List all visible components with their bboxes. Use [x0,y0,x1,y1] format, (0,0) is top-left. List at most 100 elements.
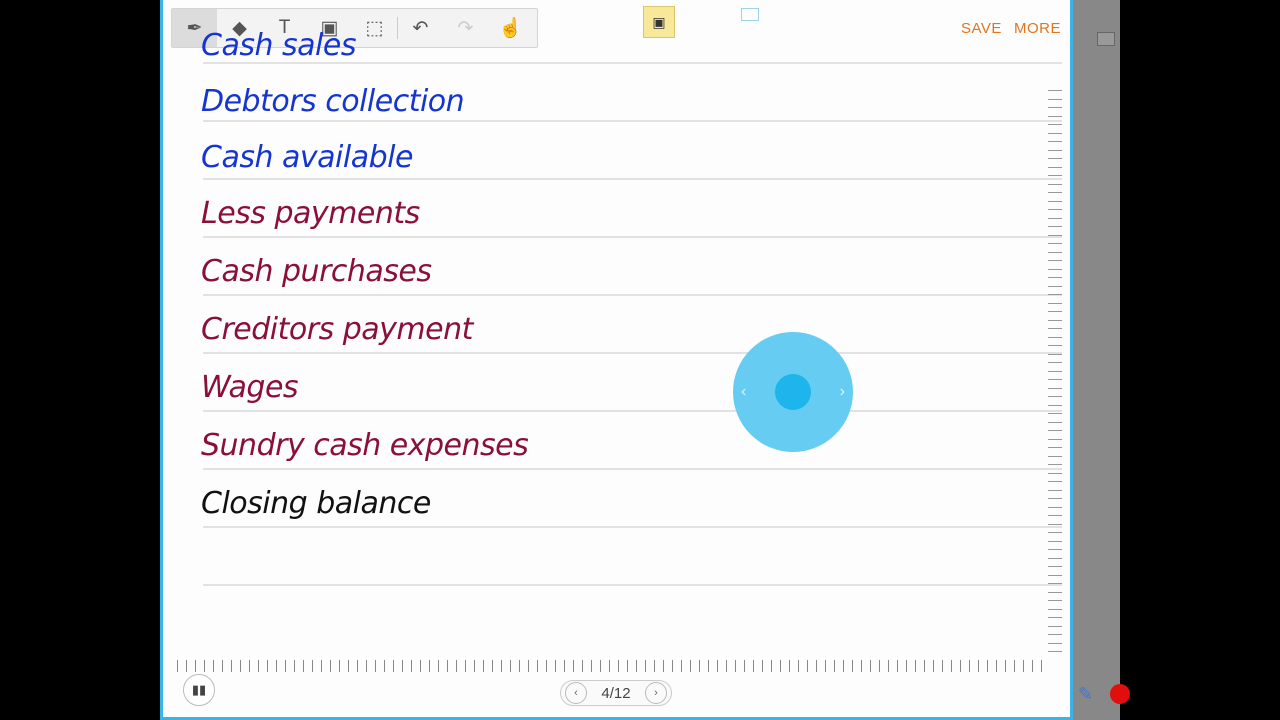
scroll-tick [1048,115,1062,117]
scroll-tick [1048,200,1062,202]
ruler-tick [267,660,268,672]
ruler-tick [276,660,277,672]
ruler-tick [258,660,259,672]
ruler-tick [213,660,214,672]
multi-window-icon[interactable] [741,8,759,21]
scroll-tick [1048,540,1062,542]
note-line: Debtors collection [201,84,465,119]
ruler-tick [366,660,367,672]
chevron-left-icon[interactable]: ‹ [565,682,587,704]
note-line: Creditors payment [201,312,473,347]
ruler-tick [501,660,502,672]
fab-next-icon[interactable]: › [840,383,845,401]
scroll-tick [1048,600,1062,601]
ruler-tick [681,660,682,672]
ruler-tick [348,660,349,672]
scroll-tick [1048,617,1062,618]
undo-button[interactable]: ↶ [398,9,443,47]
scroll-tick [1048,404,1062,406]
scroll-tick [1048,183,1062,185]
scroll-tick [1048,285,1062,287]
ruler-tick [1014,660,1015,672]
note-canvas[interactable]: ✒ ◆ T ▣ ⬚ ↶ ↷ ☝ ▣ SAVE MORE Cash sales Debtors c… [160,0,1073,720]
fab-prev-icon[interactable]: ‹ [741,383,746,401]
scroll-tick [1048,481,1062,482]
scroll-tick [1048,379,1062,380]
ruler-tick [573,660,574,672]
scroll-tick [1048,549,1062,550]
save-button[interactable]: SAVE [961,20,1002,37]
ruler-tick [861,660,862,672]
scroll-tick [1048,141,1062,142]
ruler-tick [978,660,979,672]
ruler-tick [825,660,826,672]
ruler-tick [753,660,754,672]
ruled-line [203,410,1062,412]
scroll-tick [1048,132,1062,134]
scroll-tick [1048,455,1062,457]
ruler-tick [402,660,403,672]
scroll-tick [1048,370,1062,372]
ruler-tick [411,660,412,672]
scroll-tick [1048,217,1062,219]
ruler-tick [204,660,205,672]
ruler-tick [807,660,808,672]
ruler-tick [789,660,790,672]
scroll-tick [1048,319,1062,321]
hand-tool[interactable]: ☝ [488,9,533,47]
scroll-tick [1048,566,1062,567]
ruler-tick [456,660,457,672]
scroll-tick [1048,166,1062,168]
scroll-tick [1048,251,1062,253]
scroll-tick [1048,98,1062,100]
pen-shortcut-icon[interactable]: ✎ [1078,684,1093,705]
ruler-tick [438,660,439,672]
ruler-tick [834,660,835,672]
scroll-tick [1048,532,1062,533]
page-indicator: ‹ 4/12 › [560,680,672,706]
floating-page-navigator[interactable]: ‹ › [733,332,853,452]
ruler-tick [726,660,727,672]
ruler-tick [888,660,889,672]
window-switch-icon[interactable] [1097,32,1115,46]
memo-icon[interactable]: ▣ [643,6,675,38]
scroll-tick [1048,345,1062,346]
ruler-tick [735,660,736,672]
brush-icon[interactable]: ▮▮ [183,674,215,706]
scroll-tick [1048,498,1062,499]
ruler-tick [537,660,538,672]
scroll-tick [1048,149,1062,151]
ruled-line [203,352,1062,354]
ruler-tick [555,660,556,672]
ruler-tick [924,660,925,672]
ruler-tick [609,660,610,672]
more-button[interactable]: MORE [1014,20,1061,37]
scroll-tick [1048,234,1062,236]
redo-button[interactable]: ↷ [443,9,488,47]
scroll-tick [1048,268,1062,270]
ruler-tick [987,660,988,672]
ruler-tick [645,660,646,672]
ruler-tick [303,660,304,672]
ruler-tick [429,660,430,672]
ruler-tick [762,660,763,672]
scroll-tick [1048,107,1062,108]
scroll-tick [1048,489,1062,491]
ruler-tick [708,660,709,672]
ruler-tick [474,660,475,672]
fab-handle[interactable] [775,374,811,410]
ruler-tick [492,660,493,672]
ruler-tick [321,660,322,672]
ruled-line [203,178,1062,180]
note-line: Sundry cash expenses [201,428,529,463]
ruler-tick [465,660,466,672]
ruler-tick [528,660,529,672]
scroll-tick [1048,651,1062,652]
scroll-tick [1048,277,1062,278]
ruled-line [203,236,1062,238]
ruler-tick [186,660,187,672]
chevron-right-icon[interactable]: › [644,682,667,704]
selection-tool[interactable]: ⬚ [352,9,397,47]
ruler-tick [510,660,511,672]
ruled-line [203,526,1062,528]
